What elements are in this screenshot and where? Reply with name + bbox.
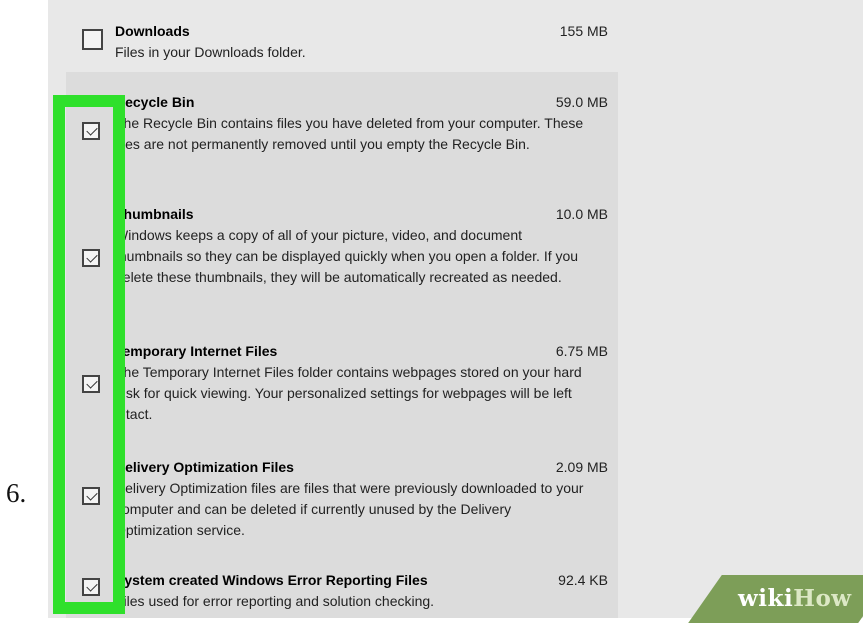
item-size: 59.0 MB	[555, 94, 608, 110]
item-size: 2.09 MB	[555, 459, 608, 475]
checkbox-highlight-box	[53, 95, 125, 614]
step-number: 6.	[6, 478, 27, 508]
list-item-delivery-optimization-files[interactable]: Delivery Optimization Files 2.09 MB Deli…	[115, 458, 608, 541]
item-title: Recycle Bin	[115, 94, 195, 110]
checkbox-downloads[interactable]	[82, 29, 103, 50]
item-description: Windows keeps a copy of all of your pict…	[115, 227, 579, 285]
item-size: 6.75 MB	[555, 343, 608, 359]
item-title: Thumbnails	[115, 206, 194, 222]
item-description: Files used for error reporting and solut…	[115, 593, 435, 609]
item-description: The Temporary Internet Files folder cont…	[115, 364, 582, 422]
item-title: Downloads	[115, 23, 190, 39]
list-item-downloads[interactable]: Downloads 155 MB Files in your Downloads…	[115, 22, 608, 63]
list-item-recycle-bin[interactable]: Recycle Bin 59.0 MB The Recycle Bin cont…	[115, 93, 608, 155]
item-title: System created Windows Error Reporting F…	[115, 572, 428, 588]
list-item-windows-error-reporting-files[interactable]: System created Windows Error Reporting F…	[115, 571, 608, 612]
item-description: The Recycle Bin contains files you have …	[115, 115, 584, 152]
list-item-temporary-internet-files[interactable]: Temporary Internet Files 6.75 MB The Tem…	[115, 342, 608, 425]
item-size: 10.0 MB	[555, 206, 608, 222]
watermark-how: How	[793, 585, 852, 612]
list-item-thumbnails[interactable]: Thumbnails 10.0 MB Windows keeps a copy …	[115, 205, 608, 288]
wikihow-watermark: wikiHow	[738, 585, 852, 612]
watermark-wiki: wiki	[738, 585, 794, 612]
item-title: Delivery Optimization Files	[115, 459, 294, 475]
item-description: Delivery Optimization files are files th…	[115, 480, 584, 538]
item-size: 155 MB	[559, 23, 608, 39]
item-title: Temporary Internet Files	[115, 343, 278, 359]
item-size: 92.4 KB	[558, 572, 608, 588]
item-description: Files in your Downloads folder.	[115, 44, 306, 60]
